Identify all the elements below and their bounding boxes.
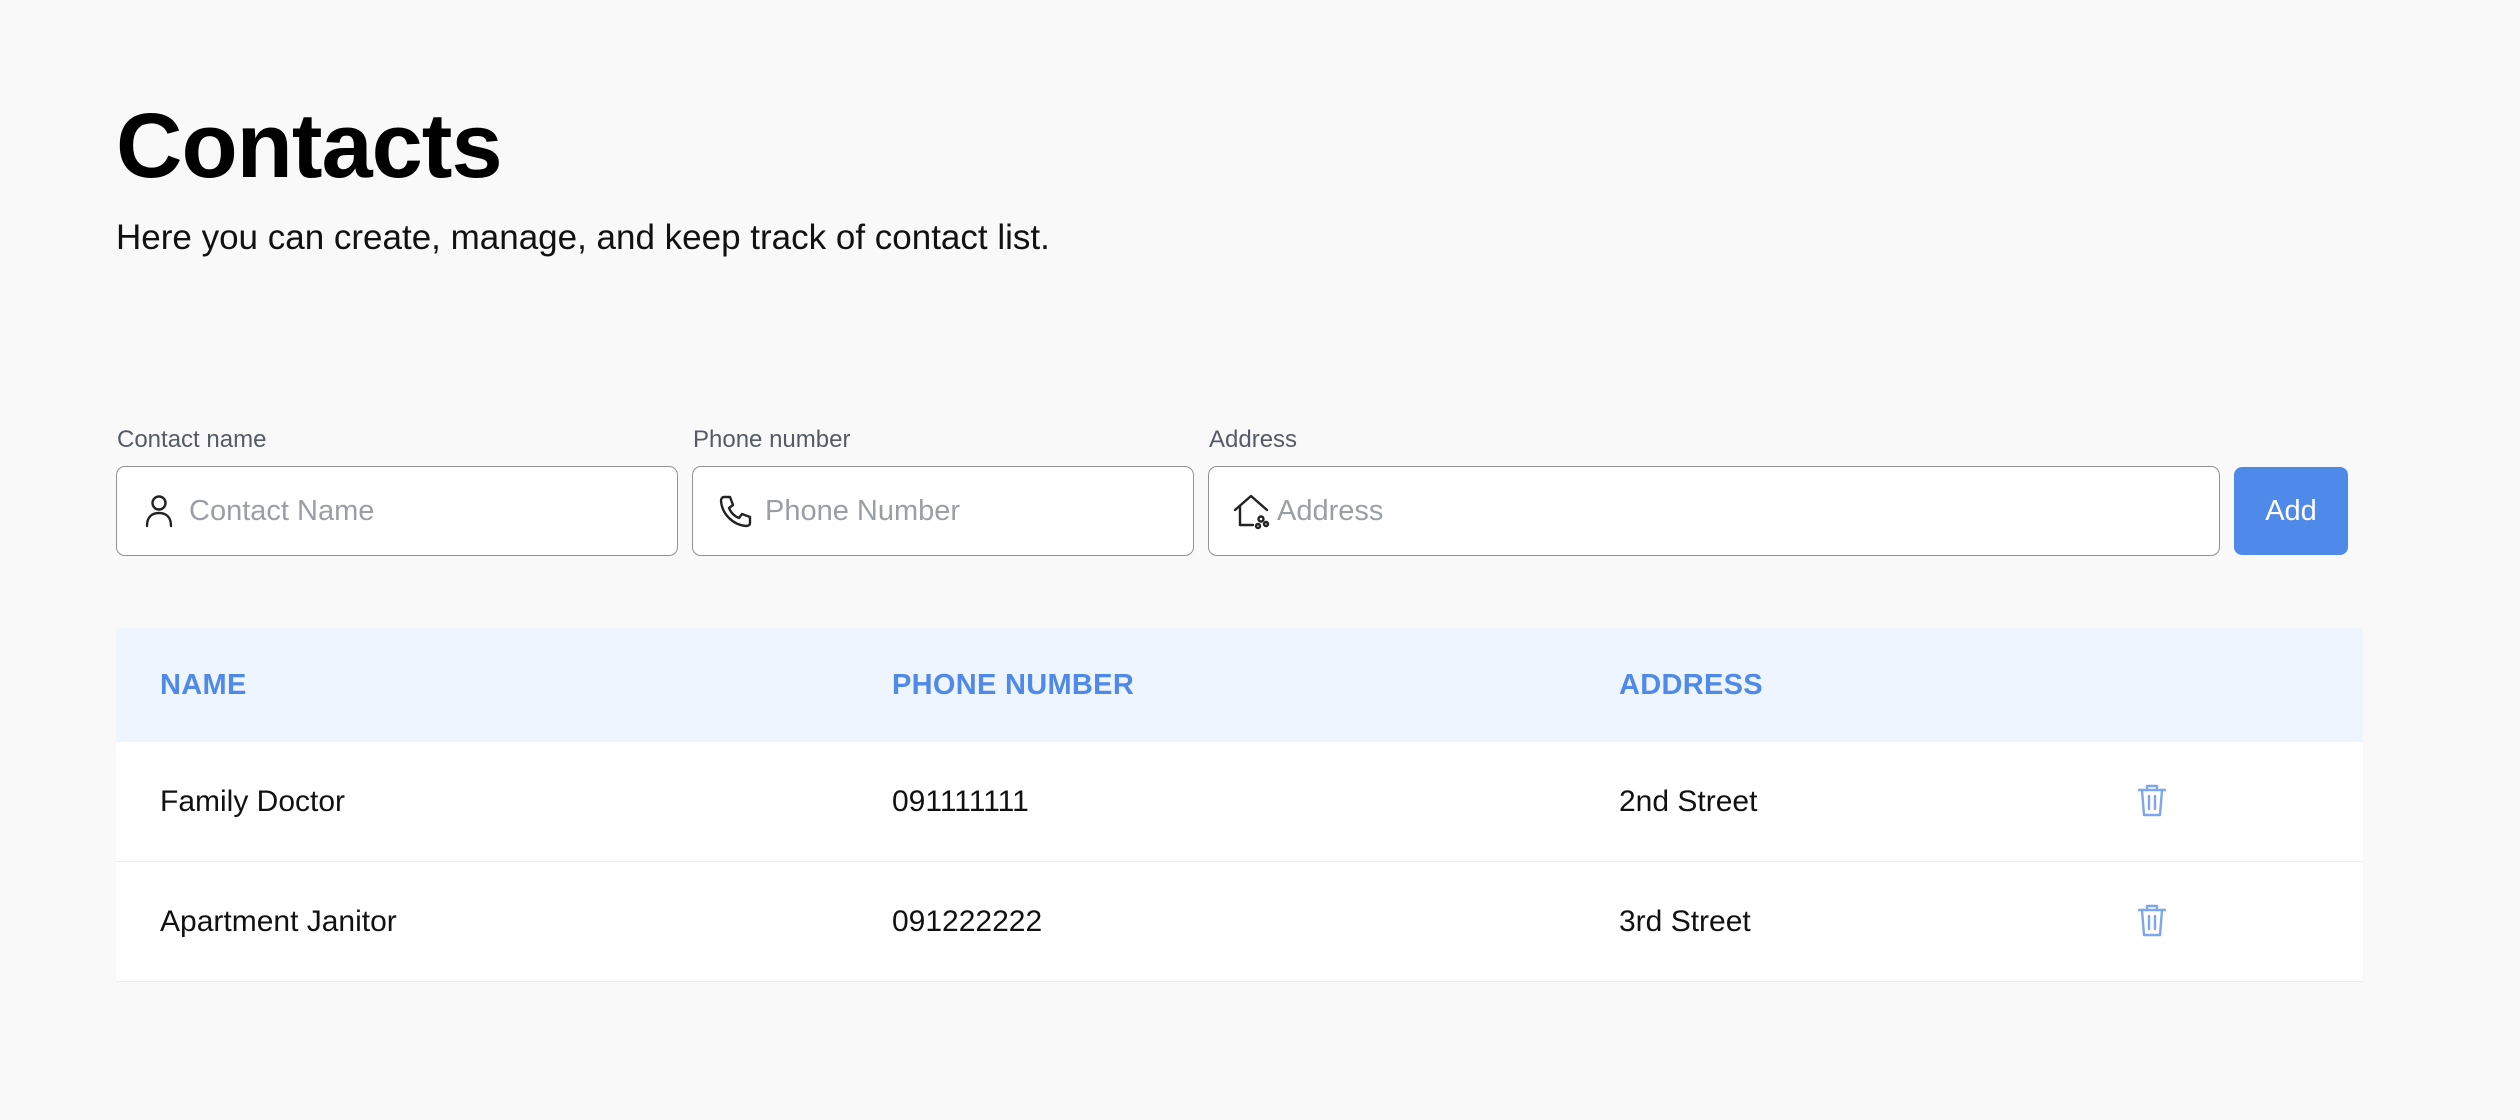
address-input[interactable] (1277, 481, 2219, 541)
header-address: ADDRESS (1619, 669, 1763, 701)
table-row: Apartment Janitor 091222222 3rd Street (116, 862, 2363, 982)
phone-number-label: Phone number (693, 426, 851, 453)
phone-number-field[interactable] (692, 466, 1194, 556)
trash-icon (2137, 904, 2167, 937)
contact-name-label: Contact name (117, 426, 267, 453)
cell-name: Family Doctor (160, 785, 346, 818)
trash-icon (2137, 784, 2167, 817)
cell-phone-number: 091111111 (892, 785, 1029, 818)
contacts-table: NAME PHONE NUMBER ADDRESS Family Doctor … (116, 628, 2363, 982)
cell-address: 3rd Street (1619, 905, 1751, 938)
page-title: Contacts (116, 95, 503, 197)
table-row: Family Doctor 091111111 2nd Street (116, 742, 2363, 862)
header-phone-number: PHONE NUMBER (892, 669, 1135, 701)
address-field[interactable] (1208, 466, 2220, 556)
delete-button[interactable] (2132, 780, 2172, 820)
phone-number-input[interactable] (765, 481, 1193, 541)
cell-address: 2nd Street (1619, 785, 1758, 818)
table-header: NAME PHONE NUMBER ADDRESS (116, 628, 2363, 742)
address-label: Address (1209, 426, 1298, 453)
contact-name-input[interactable] (189, 481, 677, 541)
delete-button[interactable] (2132, 900, 2172, 940)
page-subtitle: Here you can create, manage, and keep tr… (116, 218, 1050, 257)
contacts-page: Contacts Here you can create, manage, an… (0, 0, 2520, 1120)
cell-phone-number: 091222222 (892, 905, 1043, 938)
cell-name: Apartment Janitor (160, 905, 397, 938)
add-contact-button[interactable]: Add (2234, 467, 2348, 555)
contact-name-field[interactable] (116, 466, 678, 556)
header-name: NAME (160, 669, 247, 701)
person-icon (139, 491, 179, 531)
phone-icon (715, 491, 755, 531)
house-icon (1231, 491, 1271, 531)
